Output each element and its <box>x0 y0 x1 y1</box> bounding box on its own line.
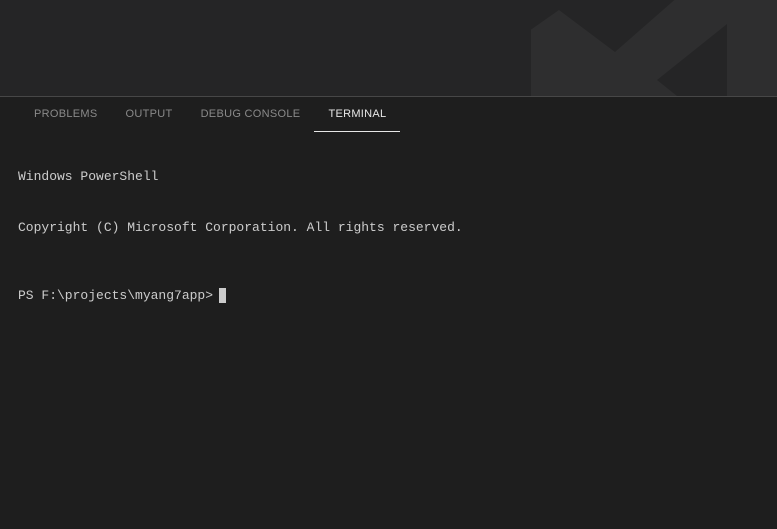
terminal-cursor <box>219 288 226 303</box>
terminal-prompt-row: PS F:\projects\myang7app> <box>18 287 759 304</box>
tab-problems[interactable]: PROBLEMS <box>20 97 112 132</box>
tab-output[interactable]: OUTPUT <box>112 97 187 132</box>
terminal-line: Windows PowerShell <box>18 168 759 185</box>
vscode-watermark-icon <box>517 0 777 97</box>
panel-tabs: PROBLEMS OUTPUT DEBUG CONSOLE TERMINAL <box>0 97 777 132</box>
editor-area <box>0 0 777 97</box>
bottom-panel: PROBLEMS OUTPUT DEBUG CONSOLE TERMINAL W… <box>0 97 777 338</box>
tab-terminal[interactable]: TERMINAL <box>314 97 400 132</box>
terminal-output[interactable]: Windows PowerShell Copyright (C) Microso… <box>0 132 777 338</box>
terminal-line: Copyright (C) Microsoft Corporation. All… <box>18 219 759 236</box>
terminal-prompt: PS F:\projects\myang7app> <box>18 287 213 304</box>
tab-debug-console[interactable]: DEBUG CONSOLE <box>187 97 315 132</box>
